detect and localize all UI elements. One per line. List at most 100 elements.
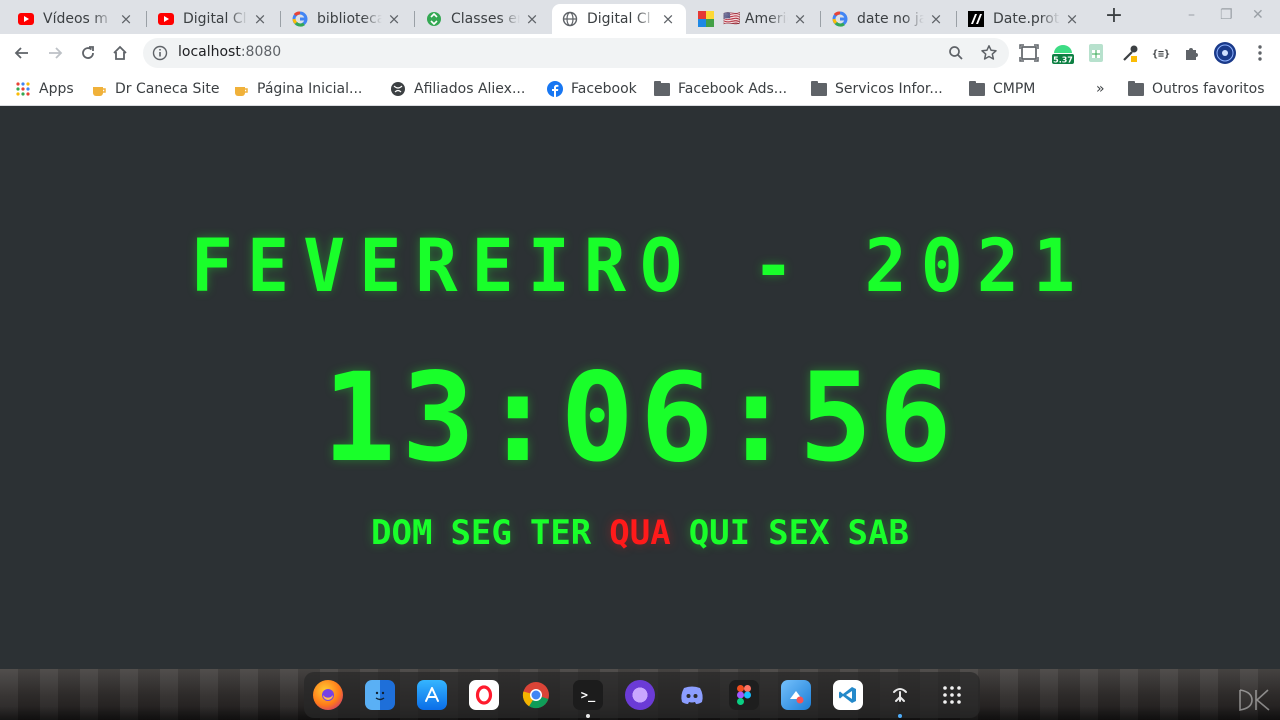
weekday-qui: QUI — [688, 513, 751, 553]
eyedropper-extension-icon[interactable] — [1118, 42, 1142, 64]
finder-icon[interactable] — [365, 680, 395, 710]
mdn-icon — [968, 11, 984, 27]
browser-toolbar: localhost:8080 5.37 {≡} — [0, 34, 1280, 72]
bookmark-apps[interactable]: Apps — [15, 79, 74, 99]
extension-badge: 5.37 — [1053, 56, 1073, 65]
reload-button[interactable] — [76, 41, 100, 65]
opera-icon[interactable] — [469, 680, 499, 710]
weekday-row: DOM SEG TER QUA QUI SEX SAB — [0, 513, 1280, 553]
info-icon[interactable] — [152, 45, 168, 61]
vscode-icon[interactable] — [833, 680, 863, 710]
folder-icon — [1128, 80, 1144, 97]
running-indicator — [586, 714, 590, 718]
month-year-display: FEVEREIRO - 2021 — [190, 222, 1090, 310]
tab-separator — [280, 11, 281, 27]
reload-icon — [82, 46, 94, 59]
close-icon[interactable]: × — [1064, 10, 1080, 28]
puzzle-extensions-icon[interactable] — [1180, 42, 1204, 64]
bookmarks-bar: Apps Dr Caneca Site Página Inicial... Af… — [0, 72, 1280, 106]
tab-title: Digital Cl — [587, 11, 651, 27]
tab-title: Date.prot — [993, 11, 1060, 27]
json-extension-icon[interactable]: {≡} — [1149, 42, 1173, 64]
zoom-search-icon[interactable] — [946, 43, 966, 63]
bookmark-label: Outros favoritos — [1152, 81, 1265, 97]
bookmark-outros-favoritos[interactable]: Outros favoritos — [1128, 79, 1265, 99]
firefox-icon[interactable] — [313, 680, 343, 710]
back-button[interactable] — [10, 41, 34, 65]
tab-digital-clock-active[interactable]: Digital Cl × — [552, 4, 686, 34]
bookmark-label: CMPM — [993, 81, 1036, 97]
caneca-icon — [233, 81, 249, 97]
browser-purple-icon[interactable] — [625, 680, 655, 710]
arrow-left-icon — [14, 47, 28, 59]
recycle-icon — [426, 11, 442, 27]
app-store-icon[interactable] — [417, 680, 447, 710]
tab-america[interactable]: 🇺🇸 Americ × — [688, 4, 818, 34]
bookmark-facebook[interactable]: Facebook — [547, 79, 637, 99]
app-grid-icon[interactable] — [937, 680, 967, 710]
bookmark-dr-caneca-site[interactable]: Dr Caneca Site — [91, 79, 219, 99]
terminal-icon[interactable]: >_ — [573, 680, 603, 710]
close-icon[interactable]: × — [386, 10, 402, 28]
home-button[interactable] — [108, 41, 132, 65]
tab-strip: Vídeos m × Digital Cl × biblioteca × Cla… — [0, 0, 1280, 34]
forward-button[interactable] — [43, 41, 67, 65]
chrome-icon[interactable] — [521, 680, 551, 710]
capture-extension-icon[interactable] — [1017, 42, 1041, 64]
maximize-button[interactable]: ❐ — [1220, 7, 1233, 23]
sheets-extension-icon[interactable] — [1084, 42, 1108, 64]
tab-digital-clock-video[interactable]: Digital Cl × — [148, 4, 278, 34]
globe-icon — [390, 81, 406, 97]
menu-kebab-icon[interactable] — [1248, 42, 1272, 64]
tab-title: biblioteca — [317, 11, 382, 27]
weekday-sab: SAB — [847, 513, 909, 553]
close-icon[interactable]: × — [792, 10, 808, 28]
svg-text:{≡}: {≡} — [1152, 49, 1170, 60]
discord-icon[interactable] — [677, 680, 707, 710]
close-window-button[interactable]: ✕ — [1252, 7, 1264, 23]
url-text[interactable]: localhost:8080 — [178, 44, 281, 60]
tab-separator — [414, 11, 415, 27]
close-icon[interactable]: × — [660, 10, 676, 28]
bookmark-label: Servicos Infor... — [835, 81, 943, 97]
time-display: 13:06:56 — [322, 347, 958, 489]
minimize-button[interactable]: – — [1188, 7, 1195, 23]
bookmark-cmpm-folder[interactable]: CMPM — [969, 79, 1035, 99]
bookmark-facebook-ads-folder[interactable]: Facebook Ads... — [654, 79, 787, 99]
arrow-right-icon — [49, 47, 63, 59]
bookmark-star-icon[interactable] — [979, 43, 999, 63]
multicolor-icon — [698, 11, 714, 27]
close-icon[interactable]: × — [252, 10, 268, 28]
tab-date-no-java[interactable]: date no ja × — [822, 4, 954, 34]
bookmark-label: Página Inicial... — [257, 81, 363, 97]
profile-avatar[interactable] — [1213, 42, 1237, 64]
apps-grid-icon — [15, 81, 31, 97]
bookmark-label: Afiliados Aliex... — [414, 81, 526, 97]
bookmark-afiliados-aliexpress[interactable]: Afiliados Aliex... — [390, 79, 525, 99]
overflow-chevron-icon: » — [1096, 81, 1105, 97]
close-icon[interactable]: × — [928, 10, 944, 28]
close-icon[interactable]: × — [524, 10, 540, 28]
google-icon — [832, 11, 848, 27]
bookmarks-overflow-button[interactable]: » — [1096, 79, 1105, 99]
tab-biblioteca[interactable]: biblioteca × — [282, 4, 412, 34]
tab-date-prototype[interactable]: Date.prot × — [958, 4, 1090, 34]
launcher-icon[interactable] — [885, 680, 915, 710]
tab-classes[interactable]: Classes er × — [416, 4, 550, 34]
android-extension-icon[interactable]: 5.37 — [1050, 42, 1076, 65]
screenshot-tool-icon[interactable] — [781, 680, 811, 710]
tab-title: Vídeos m — [43, 11, 108, 27]
weekday-sex: SEX — [768, 513, 830, 553]
tab-videos[interactable]: Vídeos m × — [8, 4, 144, 34]
tab-separator — [956, 11, 957, 27]
close-icon[interactable]: × — [118, 10, 134, 28]
digital-clock-page: FEVEREIRO - 2021 13:06:56 DOM SEG TER QU… — [0, 107, 1280, 669]
figma-icon[interactable] — [729, 680, 759, 710]
address-bar[interactable]: localhost:8080 — [143, 38, 1009, 68]
bookmark-servicos-folder[interactable]: Servicos Infor... — [811, 79, 943, 99]
weekday-ter: TER — [529, 513, 592, 553]
url-host: localhost — [178, 44, 241, 60]
tab-title: 🇺🇸 Americ — [723, 11, 788, 27]
new-tab-button[interactable]: + — [1102, 5, 1126, 29]
bookmark-pagina-inicial[interactable]: Página Inicial... — [233, 79, 362, 99]
